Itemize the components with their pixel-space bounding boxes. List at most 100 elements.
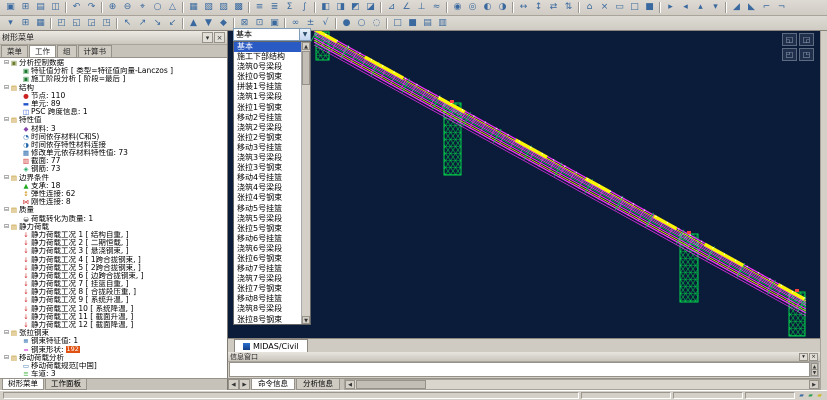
stage-option[interactable]: 浇筑1号梁段 <box>234 92 301 102</box>
toolbar-icon[interactable]: ↙ <box>165 17 180 30</box>
toolbar-icon[interactable]: □ <box>390 17 405 30</box>
tree-item[interactable]: ≣ 钢束特征值: 1 <box>1 337 227 345</box>
tree-item[interactable]: ↕ 弹性连接: 62 <box>1 190 227 198</box>
toolbar-icon[interactable]: ↘ <box>150 17 165 30</box>
tree-item[interactable]: ↓ 静力荷载工况 1 [ 结构自重, ] <box>1 231 227 239</box>
toolbar-icon[interactable]: ▤ <box>33 1 48 14</box>
toolbar-icon[interactable] <box>335 18 337 29</box>
tree-item[interactable]: ⊟ ▤ 结构 <box>1 84 227 92</box>
tree-expander-icon[interactable]: ⊟ <box>3 223 10 231</box>
tree-expander-icon[interactable]: ⊟ <box>3 84 10 92</box>
toolbar-icon[interactable] <box>233 18 235 29</box>
stage-option[interactable]: 浇筑7号梁段 <box>234 274 301 284</box>
model-tab[interactable]: MIDAS/Civil <box>234 339 308 352</box>
toolbar-icon[interactable] <box>65 2 67 13</box>
toolbar-icon[interactable]: Σ <box>282 1 297 14</box>
tree-item[interactable]: ≡ 车道: 3 <box>1 370 227 378</box>
message-scrollbar[interactable]: ▲ ▼ <box>810 362 819 377</box>
tab-scroll-right-icon[interactable]: ▶ <box>239 379 250 390</box>
toolbar-icon[interactable]: ▩ <box>231 1 246 14</box>
stage-dropdown-scrollbar[interactable]: ▲ ▼ <box>301 42 310 324</box>
toolbar-icon[interactable]: △ <box>165 1 180 14</box>
tree-expander-icon[interactable]: ⊟ <box>3 329 10 337</box>
tree-item[interactable]: ▣ 特征值分析 [ 类型=特征值向量-Lanczos ] <box>1 67 227 75</box>
tree-panel-tab[interactable]: 菜单 <box>1 45 28 57</box>
toolbar-icon[interactable]: ⌖ <box>135 1 150 14</box>
toolbar-icon[interactable]: ▲ <box>186 17 201 30</box>
horizontal-scrollbar[interactable]: ◀ ▶ <box>344 379 820 390</box>
scroll-up-icon[interactable]: ▲ <box>302 42 310 50</box>
toolbar-icon[interactable]: ⊕ <box>105 1 120 14</box>
toolbar-icon[interactable]: ∫ <box>297 1 312 14</box>
toolbar-icon[interactable]: ⇅ <box>561 1 576 14</box>
toolbar-icon[interactable]: ≡ <box>252 1 267 14</box>
toolbar-icon[interactable]: ↕ <box>531 1 546 14</box>
stage-combobox[interactable]: 基本 ▼ <box>233 28 311 41</box>
toolbar-icon[interactable] <box>380 2 382 13</box>
tree-item[interactable]: ↓ 静力荷载工况 6 [ 边跨合拢钢束, ] <box>1 272 227 280</box>
stage-option[interactable]: 浇筑8号梁段 <box>234 304 301 314</box>
toolbar-icon[interactable]: ⌂ <box>582 1 597 14</box>
toolbar-icon[interactable]: □ <box>627 1 642 14</box>
tree-expander-icon[interactable]: ⊟ <box>3 59 10 67</box>
toolbar-icon[interactable] <box>50 18 52 29</box>
tree-panel-tab[interactable]: 组 <box>57 45 77 57</box>
tree-expander-icon[interactable]: ⊟ <box>3 174 10 182</box>
stage-option[interactable]: 移动2号挂篮 <box>234 113 301 123</box>
tree-item[interactable]: ◔ 时间依存材料(C和S) <box>1 133 227 141</box>
toolbar-icon[interactable]: ⊥ <box>414 1 429 14</box>
toolbar-icon[interactable]: ◐ <box>480 1 495 14</box>
toolbar-icon[interactable]: ◧ <box>318 1 333 14</box>
toolbar-icon[interactable]: ◆ <box>216 17 231 30</box>
stage-option[interactable]: 浇筑6号梁段 <box>234 244 301 254</box>
toolbar-icon[interactable]: ◨ <box>333 1 348 14</box>
toolbar-icon[interactable]: ◑ <box>495 1 510 14</box>
tree-item[interactable]: ↓ 静力荷载工况 8 [ 合拢段压重, ] <box>1 288 227 296</box>
toolbar-icon[interactable]: ◉ <box>450 1 465 14</box>
stage-option[interactable]: 浇筑4号梁段 <box>234 183 301 193</box>
view-cube-icon[interactable]: ◳ <box>799 48 814 61</box>
toolbar-icon[interactable]: ▾ <box>708 1 723 14</box>
tree-item[interactable]: ◑ 时间依存特性材料连接 <box>1 141 227 149</box>
toolbar-icon[interactable]: ■ <box>405 17 420 30</box>
toolbar-icon[interactable]: ▧ <box>201 1 216 14</box>
stage-option[interactable]: 张拉8号钢束 <box>234 315 301 324</box>
toolbar-icon[interactable] <box>512 2 514 13</box>
tree-item[interactable]: ↓ 静力荷载工况 10 [ 系统降温, ] <box>1 305 227 313</box>
toolbar-icon[interactable]: × <box>597 1 612 14</box>
toolbar-icon[interactable]: ◩ <box>348 1 363 14</box>
view-cube-icon[interactable]: ◰ <box>782 48 797 61</box>
toolbar-icon[interactable]: ↖ <box>120 17 135 30</box>
tree-item[interactable]: ◈ 钢筋: 73 <box>1 165 227 173</box>
toolbar-icon[interactable]: ◰ <box>54 17 69 30</box>
toolbar-icon[interactable]: ∠ <box>399 1 414 14</box>
chevron-down-icon[interactable]: ▼ <box>299 29 310 40</box>
toolbar-icon[interactable] <box>386 18 388 29</box>
stage-option[interactable]: 浇筑3号梁段 <box>234 153 301 163</box>
tree-item[interactable]: ↓ 静力荷载工况 2 [ 二期恒载, ] <box>1 239 227 247</box>
tree-item[interactable]: ↓ 静力荷载工况 7 [ 挂篮自重, ] <box>1 280 227 288</box>
left-bottom-tab[interactable]: 树形菜单 <box>2 379 44 390</box>
stage-option[interactable]: 移动7号挂篮 <box>234 264 301 274</box>
toolbar-icon[interactable] <box>659 2 661 13</box>
toolbar-icon[interactable]: ◌ <box>369 17 384 30</box>
stage-option[interactable]: 浇筑2号梁段 <box>234 123 301 133</box>
stage-option[interactable]: 张拉1号钢束 <box>234 103 301 113</box>
toolbar-icon[interactable]: ◣ <box>744 1 759 14</box>
scrollbar-thumb[interactable] <box>302 51 310 85</box>
toolbar-icon[interactable]: ⊞ <box>18 1 33 14</box>
toolbar-icon[interactable]: ▾ <box>3 17 18 30</box>
tab-scroll-left-icon[interactable]: ◀ <box>228 379 239 390</box>
stage-option[interactable]: 浇筑0号梁段 <box>234 62 301 72</box>
toolbar-icon[interactable]: ⊞ <box>18 17 33 30</box>
panel-header-icon[interactable]: × <box>214 32 225 43</box>
stage-option[interactable]: 移动3号挂篮 <box>234 143 301 153</box>
toolbar-icon[interactable] <box>284 18 286 29</box>
toolbar-icon[interactable]: ▣ <box>3 1 18 14</box>
toolbar-icon[interactable]: ⊖ <box>120 1 135 14</box>
tree-item[interactable]: ↓ 静力荷载工况 5 [ 2跨合拢钢束, ] <box>1 264 227 272</box>
message-tab[interactable]: 分析信息 <box>296 379 340 390</box>
scrollbar-thumb[interactable] <box>356 380 426 389</box>
stage-option[interactable]: 浇筑5号梁段 <box>234 214 301 224</box>
toolbar-icon[interactable]: ▸ <box>663 1 678 14</box>
